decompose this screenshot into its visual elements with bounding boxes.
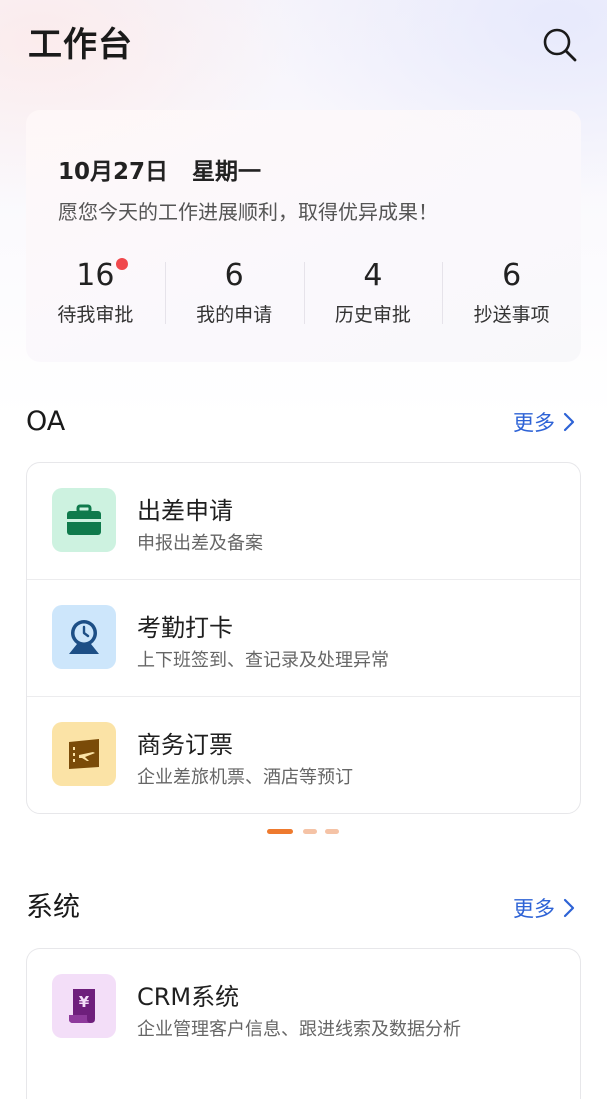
oa-app-list: 出差申请 申报出差及备案 考勤打卡 上下班签到、查记录及处理异常 商务订票 企业…	[26, 462, 581, 814]
yen-document-icon: ¥	[69, 989, 95, 1023]
search-icon	[543, 28, 577, 62]
more-label: 更多	[513, 897, 555, 921]
section-title: OA	[26, 406, 66, 437]
stat-history-approval[interactable]: 4 历史审批	[303, 258, 443, 328]
stat-label: 我的申请	[196, 304, 273, 326]
pager-dot-active[interactable]	[267, 829, 293, 834]
app-header: 工作台	[28, 22, 579, 68]
greeting-text: 愿您今天的工作进展顺利，取得优异成果！	[58, 200, 438, 224]
briefcase-icon	[67, 504, 101, 535]
chevron-right-icon	[563, 412, 575, 432]
stat-pending-approval[interactable]: 16 待我审批	[26, 258, 165, 328]
item-desc: 上下班签到、查记录及处理异常	[137, 650, 389, 671]
stat-value: 6	[502, 258, 522, 293]
stats-row: 16 待我审批 6 我的申请 4 历史审批 6 抄送事项	[26, 258, 581, 328]
app-tile	[52, 605, 116, 669]
chevron-right-icon	[563, 898, 575, 918]
stat-label: 待我审批	[57, 304, 134, 326]
stat-cc-items[interactable]: 6 抄送事项	[442, 258, 581, 328]
location-clock-icon	[69, 620, 99, 654]
oa-section-header: OA 更多	[26, 404, 579, 440]
stat-my-applications[interactable]: 6 我的申请	[164, 258, 304, 328]
carousel-pager	[267, 829, 347, 837]
page-title: 工作台	[28, 25, 133, 65]
stat-label: 历史审批	[334, 304, 411, 326]
svg-text:¥: ¥	[79, 993, 90, 1011]
app-tile: ¥	[52, 974, 116, 1038]
stat-label: 抄送事项	[473, 304, 550, 326]
item-title: 商务订票	[137, 731, 233, 759]
stat-value: 16	[76, 258, 129, 294]
date-line: 10月27日 星期一	[58, 152, 261, 186]
system-app-list: ¥ CRM系统 企业管理客户信息、跟进线索及数据分析	[26, 948, 581, 1099]
pager-dot[interactable]	[325, 829, 339, 834]
system-more-button[interactable]: 更多	[513, 890, 575, 926]
weekday-text: 星期一	[192, 159, 262, 185]
section-title: 系统	[26, 892, 80, 923]
app-item-business-trip[interactable]: 出差申请 申报出差及备案	[27, 463, 580, 580]
oa-more-button[interactable]: 更多	[513, 404, 575, 440]
date-text: 10月27日	[58, 159, 169, 185]
item-title: 考勤打卡	[137, 614, 233, 642]
app-tile	[52, 488, 116, 552]
summary-card: 10月27日 星期一 愿您今天的工作进展顺利，取得优异成果！ 16 待我审批 6…	[26, 110, 581, 362]
app-item-ticket-booking[interactable]: 商务订票 企业差旅机票、酒店等预订	[27, 697, 580, 813]
item-desc: 申报出差及备案	[137, 533, 263, 554]
ticket-plane-icon	[69, 739, 99, 769]
item-desc: 企业差旅机票、酒店等预订	[137, 767, 353, 788]
stat-value: 4	[363, 258, 383, 293]
stat-number: 16	[76, 258, 115, 293]
stat-value: 6	[224, 258, 244, 293]
system-section-header: 系统 更多	[26, 890, 579, 926]
app-tile	[52, 722, 116, 786]
pager-dot[interactable]	[303, 829, 317, 834]
unread-dot	[116, 258, 129, 270]
item-title: CRM系统	[137, 983, 240, 1011]
item-desc: 企业管理客户信息、跟进线索及数据分析	[137, 1019, 461, 1040]
search-button[interactable]	[541, 26, 579, 64]
app-item-crm[interactable]: ¥ CRM系统 企业管理客户信息、跟进线索及数据分析	[27, 949, 580, 1065]
more-label: 更多	[513, 411, 555, 435]
app-item-attendance[interactable]: 考勤打卡 上下班签到、查记录及处理异常	[27, 580, 580, 697]
item-title: 出差申请	[137, 497, 233, 525]
